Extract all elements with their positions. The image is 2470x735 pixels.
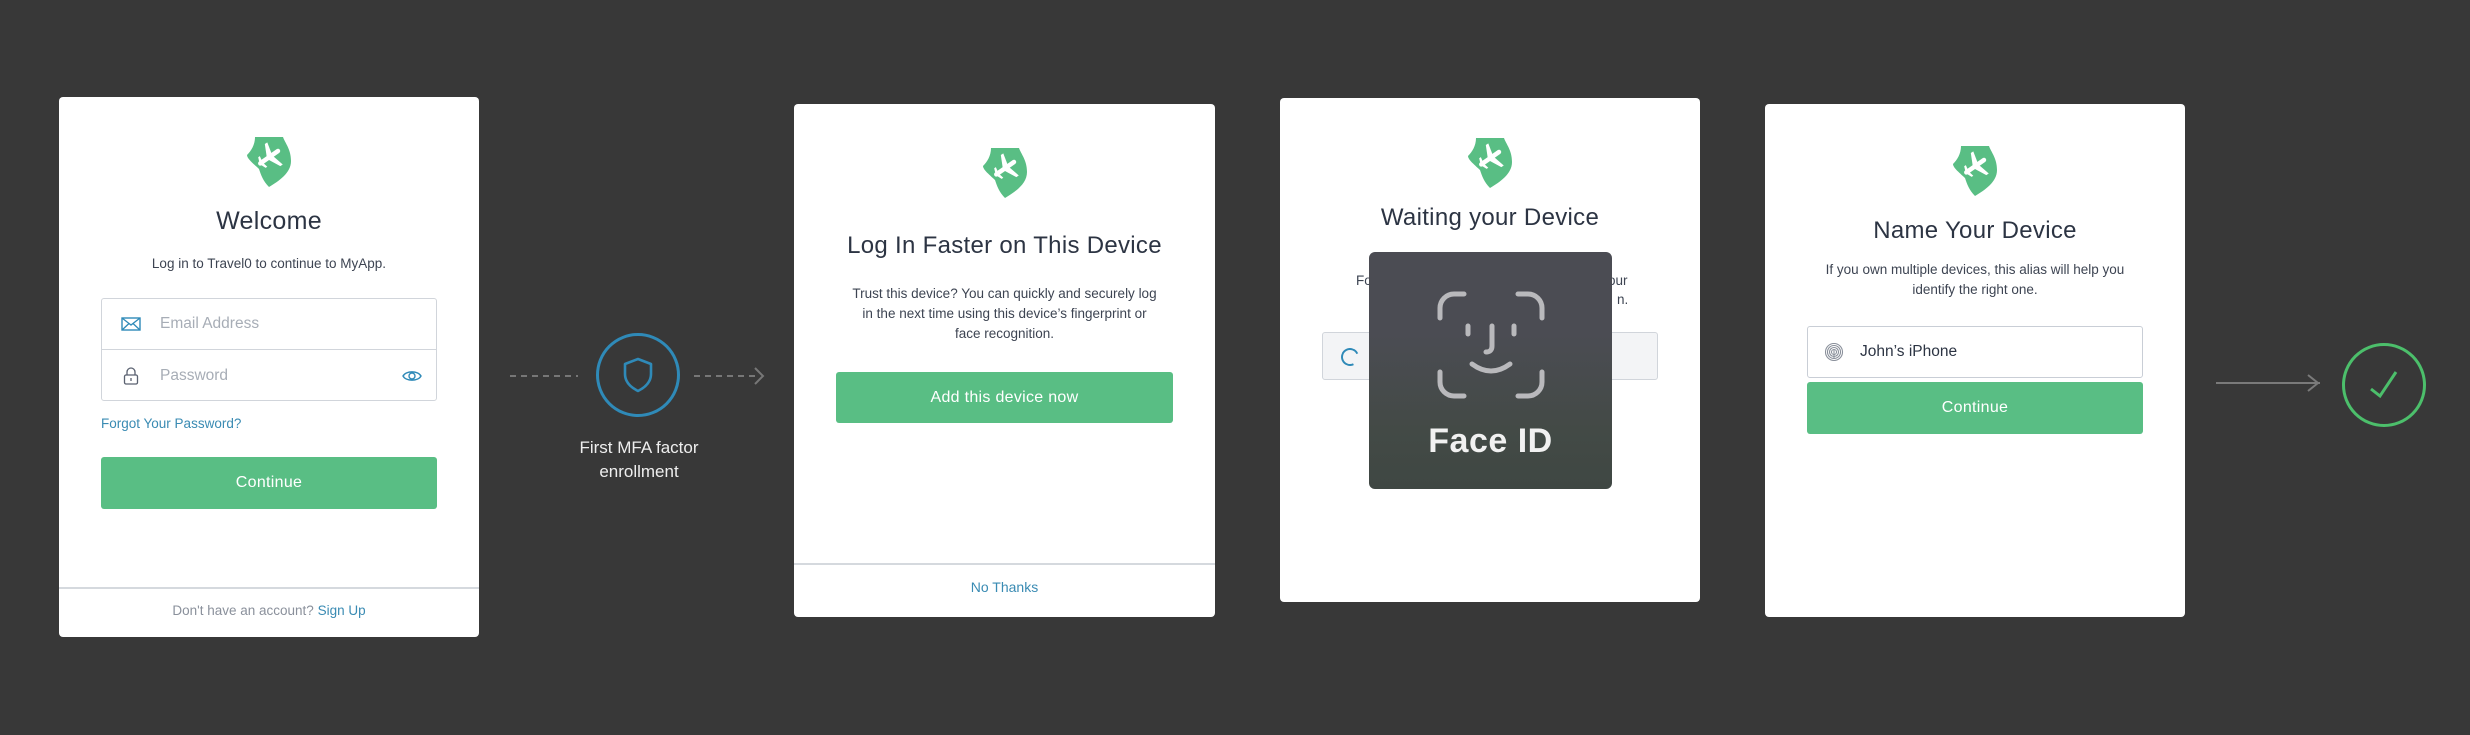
name-desc-line2: identify the right one. bbox=[1912, 282, 2038, 297]
fingerprint-icon bbox=[1808, 342, 1860, 362]
no-account-text: Don't have an account? bbox=[172, 603, 314, 618]
trust-title: Log In Faster on This Device bbox=[847, 232, 1162, 259]
travel0-logo-icon bbox=[1466, 136, 1514, 188]
add-device-button[interactable]: Add this device now bbox=[836, 372, 1173, 423]
trust-device-card: Log In Faster on This Device Trust this … bbox=[794, 104, 1215, 617]
travel0-logo-icon bbox=[981, 146, 1029, 198]
mfa-label-line1: First MFA factor bbox=[579, 438, 699, 457]
envelope-icon bbox=[102, 317, 160, 331]
credentials-group: Email Address Password bbox=[101, 298, 437, 401]
login-title: Welcome bbox=[216, 207, 322, 235]
footer-divider bbox=[794, 563, 1215, 565]
travel0-logo-icon bbox=[245, 135, 293, 187]
login-subtitle: Log in to Travel0 to continue to MyApp. bbox=[151, 256, 387, 271]
password-placeholder: Password bbox=[160, 366, 229, 384]
footer-divider bbox=[59, 587, 479, 589]
success-circle bbox=[2342, 343, 2426, 427]
face-id-label: Face ID bbox=[1428, 422, 1553, 460]
email-field[interactable]: Email Address bbox=[102, 299, 436, 350]
device-name-value: John’s iPhone bbox=[1860, 343, 1958, 360]
dashed-connector-right bbox=[694, 375, 760, 377]
face-id-icon bbox=[1437, 291, 1544, 399]
name-continue-button[interactable]: Continue bbox=[1807, 382, 2143, 434]
name-device-card: Name Your Device If you own multiple dev… bbox=[1765, 104, 2185, 617]
login-card: Welcome Log in to Travel0 to continue to… bbox=[59, 97, 479, 637]
arrow-head-icon bbox=[2307, 374, 2320, 392]
arrow-head-icon bbox=[754, 367, 765, 385]
forgot-password-link[interactable]: Forgot Your Password? bbox=[101, 416, 241, 431]
name-desc-line1: If you own multiple devices, this alias … bbox=[1825, 262, 2125, 277]
checkmark-icon bbox=[2370, 371, 2398, 399]
dashed-connector-left bbox=[510, 375, 578, 377]
no-thanks-link[interactable]: No Thanks bbox=[794, 579, 1215, 595]
signup-link[interactable]: Sign Up bbox=[318, 603, 366, 618]
mfa-label-line2: enrollment bbox=[599, 462, 679, 481]
loading-spinner-icon bbox=[1338, 345, 1362, 369]
trust-desc-line3: face recognition. bbox=[954, 326, 1055, 341]
face-id-overlay: Face ID bbox=[1369, 252, 1612, 489]
password-field[interactable]: Password bbox=[102, 350, 436, 401]
mfa-step-circle bbox=[596, 333, 680, 417]
signup-footer: Don't have an account? Sign Up bbox=[59, 603, 479, 618]
name-device-description: If you own multiple devices, this alias … bbox=[1805, 260, 2145, 300]
trust-desc-line1: Trust this device? You can quickly and s… bbox=[852, 286, 1157, 301]
travel0-logo-icon bbox=[1951, 144, 1999, 196]
lock-icon bbox=[102, 366, 160, 385]
login-continue-button[interactable]: Continue bbox=[101, 457, 437, 509]
mfa-step-label: First MFA factor enrollment bbox=[548, 436, 730, 484]
shield-icon bbox=[623, 357, 653, 393]
device-name-input[interactable]: John’s iPhone bbox=[1807, 326, 2143, 378]
name-device-title: Name Your Device bbox=[1873, 217, 2077, 244]
waiting-desc-fragment: n. bbox=[1617, 292, 1629, 307]
trust-desc-line2: in the next time using this device’s fin… bbox=[862, 306, 1147, 321]
email-placeholder: Email Address bbox=[160, 315, 260, 332]
eye-icon[interactable] bbox=[388, 369, 436, 383]
trust-description: Trust this device? You can quickly and s… bbox=[832, 284, 1177, 344]
waiting-title: Waiting your Device bbox=[1380, 204, 1600, 231]
